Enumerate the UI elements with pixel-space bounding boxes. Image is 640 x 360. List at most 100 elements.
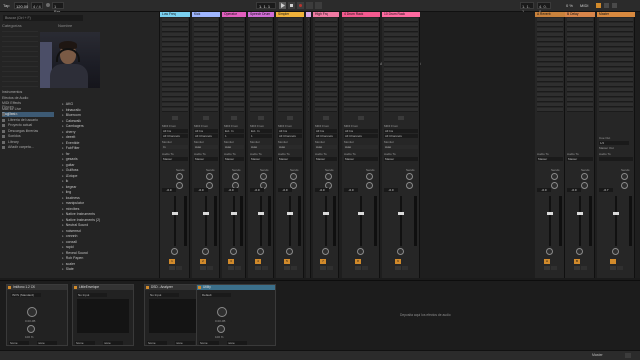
clip-slot[interactable] (194, 68, 218, 72)
output-select[interactable]: Master (278, 157, 302, 161)
send-a-knob[interactable] (551, 173, 558, 180)
metronome-quantize[interactable]: 1 Bar (52, 2, 64, 14)
send-a-knob[interactable] (406, 173, 413, 180)
clip-slot[interactable] (162, 58, 188, 62)
solo-button[interactable] (610, 266, 616, 270)
track-title[interactable]: Speech Drum (248, 12, 274, 17)
input-channel-select[interactable]: All Channels (194, 134, 218, 138)
clip-slot[interactable] (194, 48, 218, 52)
clip-slot[interactable] (224, 63, 244, 67)
clip-slot[interactable] (315, 98, 337, 102)
clip-slot[interactable] (537, 63, 563, 67)
clip-slot[interactable] (194, 53, 218, 57)
clip-slot[interactable] (194, 88, 218, 92)
volume-fader[interactable] (233, 196, 235, 246)
solo-button[interactable] (320, 266, 326, 270)
clip-slot[interactable] (278, 63, 302, 67)
input-type-select[interactable]: All Ins (315, 129, 337, 133)
clip-slot[interactable] (537, 78, 563, 82)
clip-slot[interactable] (567, 53, 593, 57)
gain-knob[interactable] (27, 307, 37, 317)
clip-slot[interactable] (537, 68, 563, 72)
output-select[interactable]: Master (315, 157, 337, 161)
clip-slot[interactable] (278, 23, 302, 27)
clip-slot[interactable] (599, 23, 633, 27)
clip-slot[interactable] (308, 23, 309, 27)
input-channel-select[interactable]: All Channels (344, 134, 378, 138)
clip-slot[interactable] (308, 28, 309, 32)
output-select[interactable]: Master (567, 157, 593, 161)
clip-slot[interactable] (194, 78, 218, 82)
output-select[interactable] (599, 157, 633, 161)
clip-slot[interactable] (250, 98, 272, 102)
volume-fader[interactable] (325, 196, 327, 246)
clip-slot[interactable] (384, 28, 418, 32)
clip-slot[interactable] (384, 23, 418, 27)
clip-slot[interactable] (162, 38, 188, 42)
clip-slot[interactable] (250, 53, 272, 57)
clip-slot[interactable] (567, 28, 593, 32)
clip-slot[interactable] (599, 93, 633, 97)
clip-slot[interactable] (344, 53, 378, 57)
category-item[interactable]: MIDI Effects (2, 101, 54, 106)
position-field[interactable]: 1. 1. 1 (256, 2, 276, 9)
clip-slot[interactable] (194, 43, 218, 47)
clip-slot[interactable] (250, 23, 272, 27)
automation-arm-button[interactable] (315, 2, 322, 9)
clip-slot[interactable] (224, 78, 244, 82)
clip-slot[interactable] (162, 33, 188, 37)
record-button[interactable] (297, 2, 304, 9)
fader-handle[interactable] (613, 212, 619, 215)
clip-slot[interactable] (224, 73, 244, 77)
clip-slot[interactable] (384, 68, 418, 72)
device-knob-b[interactable]: none (37, 341, 57, 345)
clip-slot[interactable] (344, 48, 378, 52)
metronome-icon[interactable] (46, 3, 50, 7)
volume-fader[interactable] (260, 196, 262, 246)
clip-slot[interactable] (224, 18, 244, 22)
clip-slot[interactable] (250, 78, 272, 82)
volume-readout[interactable]: -0.0 (162, 188, 176, 192)
clip-slot[interactable] (224, 88, 244, 92)
pan-knob[interactable] (322, 248, 329, 255)
output-select[interactable]: Master (344, 157, 378, 161)
track-activator-button[interactable]: 8 (355, 259, 361, 264)
clip-slot[interactable] (599, 58, 633, 62)
input-channel-select[interactable]: All Channels (278, 134, 302, 138)
place-item[interactable]: Proyecto actual (2, 123, 54, 128)
clip-slot[interactable] (250, 93, 272, 97)
clip-slot[interactable] (567, 78, 593, 82)
pan-knob[interactable] (257, 248, 264, 255)
clip-slot[interactable] (537, 103, 563, 107)
clip-stop-button[interactable] (398, 116, 404, 120)
clip-slot[interactable] (250, 88, 272, 92)
clip-slot[interactable] (567, 18, 593, 22)
fader-handle[interactable] (258, 212, 264, 215)
send-b-knob[interactable] (551, 182, 558, 189)
clip-stop-button[interactable] (358, 116, 364, 120)
arm-button[interactable] (262, 266, 268, 270)
file-item[interactable]: Slate (58, 267, 156, 273)
clip-slot[interactable] (599, 108, 633, 112)
clip-slot[interactable] (599, 53, 633, 57)
clip-slot[interactable] (162, 88, 188, 92)
track-activator-button[interactable]: 5 (284, 259, 290, 264)
clip-slot[interactable] (162, 63, 188, 67)
clip-slot[interactable] (162, 98, 188, 102)
clip-slot[interactable] (224, 53, 244, 57)
clip-slot[interactable] (384, 73, 418, 77)
send-a-knob[interactable] (621, 173, 628, 180)
clip-slot[interactable] (599, 18, 633, 22)
clip-slot[interactable] (599, 48, 633, 52)
arm-button[interactable] (362, 266, 368, 270)
clip-slot[interactable] (599, 83, 633, 87)
clip-slot[interactable] (344, 43, 378, 47)
clip-slot[interactable] (250, 68, 272, 72)
clip-slot[interactable] (250, 43, 272, 47)
track-title[interactable]: 10 Drum Rack (382, 12, 420, 17)
clip-slot[interactable] (308, 43, 309, 47)
clip-slot[interactable] (162, 73, 188, 77)
clip-slot[interactable] (250, 28, 272, 32)
monitor-select[interactable]: Auto (344, 145, 378, 149)
volume-readout[interactable]: -0.0 (194, 188, 208, 192)
